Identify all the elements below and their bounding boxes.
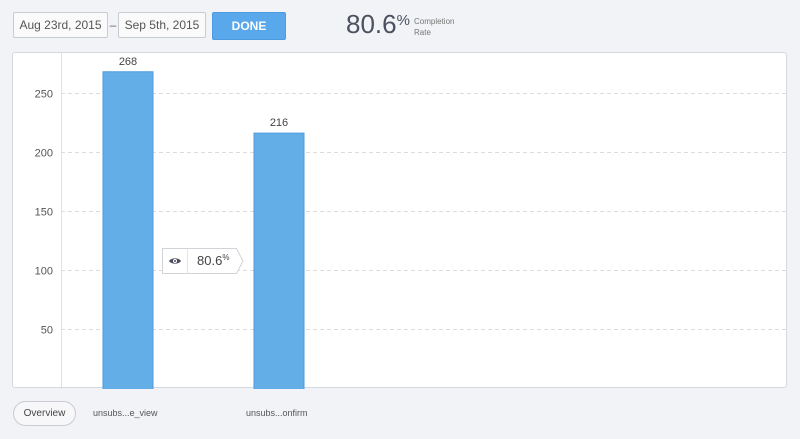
end-date-field[interactable]: Sep 5th, 2015 [118,12,206,38]
completion-rate-label-line2: Rate [414,28,431,37]
done-button[interactable]: DONE [212,12,286,40]
callout-percent-sign: % [222,253,230,262]
y-tick-label: 250 [35,89,53,101]
completion-rate-label-line1: Completion [414,17,455,26]
eye-icon [168,254,182,268]
completion-rate-label: Completion Rate [414,16,474,38]
completion-rate-number: 80.6 [346,9,397,39]
callout-number: 80.6 [197,253,223,268]
start-date-field[interactable]: Aug 23rd, 2015 [13,12,108,38]
bar [253,132,305,389]
bar-data-label: 216 [270,117,288,129]
bar-data-label: 268 [119,56,137,68]
x-label-step-2: unsubs...onfirm [246,408,308,418]
x-label-step-1: unsubs...e_view [93,408,158,418]
y-tick-label: 100 [35,266,53,278]
overview-button[interactable]: Overview [13,401,76,426]
conversion-callout: 80.6% [162,248,244,274]
completion-rate-percent-sign: % [396,12,410,29]
y-tick-label: 200 [35,148,53,160]
y-tick-label: 150 [35,207,53,219]
callout-value: 80.6% [197,253,229,268]
y-tick-label: 50 [41,325,53,337]
chart-panel: 50 100 150 200 250 268 216 [12,52,788,389]
date-separator: – [109,18,117,32]
completion-rate-value: 80.6% [346,9,410,40]
bar-chart: 50 100 150 200 250 268 216 [35,53,788,389]
bar [102,71,154,389]
